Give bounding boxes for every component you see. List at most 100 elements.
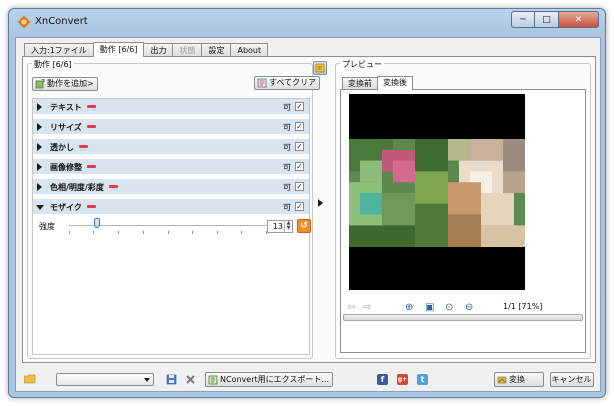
- facebook-icon[interactable]: f: [377, 374, 388, 385]
- preset-dropdown[interactable]: [56, 373, 154, 386]
- slider-tick: [93, 231, 94, 234]
- enabled-checkbox[interactable]: ✓: [295, 102, 304, 111]
- slider-tick: [69, 231, 70, 234]
- clear-all-button[interactable]: すべてクリア: [254, 76, 321, 90]
- slider-tick: [241, 231, 242, 234]
- tab-after[interactable]: 変換後: [377, 76, 413, 90]
- app-icon: [17, 15, 31, 29]
- cancel-button[interactable]: キャンセル: [550, 372, 594, 387]
- google-plus-icon[interactable]: g+: [397, 374, 408, 385]
- remove-action-icon[interactable]: [87, 165, 96, 168]
- remove-action-icon[interactable]: [79, 145, 88, 148]
- slider-tick: [168, 231, 169, 234]
- enabled-checkbox[interactable]: ✓: [295, 182, 304, 191]
- strength-spinbox[interactable]: 13 ▲ ▼: [267, 220, 293, 233]
- chevron-down-icon: [144, 378, 150, 382]
- enabled-label: 可: [283, 103, 291, 112]
- strength-slider-thumb[interactable]: [93, 218, 100, 228]
- expand-arrow-icon[interactable]: [37, 103, 42, 111]
- preview-panel: ⇦ ⇨ ⊕ ▣ ⊙ ⊖ 1/1 [71%]: [340, 89, 586, 353]
- action-row[interactable]: 色相/明度/彩度 可 ✓: [33, 179, 309, 195]
- slider-tick: [192, 231, 193, 234]
- action-label: 画像修整: [50, 163, 82, 172]
- enabled-checkbox[interactable]: ✓: [295, 162, 304, 171]
- expand-arrow-icon[interactable]: [37, 163, 42, 171]
- previous-icon[interactable]: ⇦: [347, 302, 355, 313]
- preview-tabs: 変換前 変換後: [342, 76, 413, 90]
- enabled-checkbox[interactable]: ✓: [295, 122, 304, 131]
- tab-output[interactable]: 出力: [143, 43, 174, 57]
- close-button[interactable]: ✕: [559, 11, 599, 28]
- tab-input[interactable]: 入力:1ファイル: [24, 43, 94, 57]
- spin-arrows-icon[interactable]: ▲ ▼: [284, 221, 292, 232]
- zoom-actual-icon[interactable]: ⊙: [445, 302, 453, 313]
- reset-button[interactable]: ↺: [297, 219, 311, 233]
- expand-arrow-icon[interactable]: [37, 143, 42, 151]
- enabled-checkbox[interactable]: ✓: [295, 142, 304, 151]
- actions-group-title: 動作 [6/6]: [32, 59, 74, 70]
- minimize-button[interactable]: ─: [511, 11, 535, 28]
- action-label: テキスト: [50, 103, 82, 112]
- expand-arrow-icon[interactable]: [37, 183, 42, 191]
- mosaic-image: [349, 139, 525, 247]
- zoom-out-icon[interactable]: ⊖: [465, 302, 473, 313]
- client-area: 入力:1ファイル 動作 [6/6] 出力 状態 設定 About 動作 [6/6…: [15, 37, 601, 392]
- folder-icon[interactable]: [24, 374, 36, 384]
- add-action-label: 動作を追加>: [47, 79, 94, 88]
- enabled-label: 可: [283, 143, 291, 152]
- title-bar[interactable]: XnConvert ─ □ ✕: [9, 9, 605, 35]
- remove-action-icon[interactable]: [86, 125, 96, 128]
- maximize-button[interactable]: □: [535, 11, 559, 28]
- action-row[interactable]: 透かし 可 ✓: [33, 139, 309, 155]
- remove-action-icon[interactable]: [108, 185, 118, 188]
- maximize-icon: □: [542, 14, 551, 25]
- twitter-icon[interactable]: t: [417, 374, 428, 385]
- delete-icon[interactable]: [185, 374, 196, 385]
- next-icon[interactable]: ⇨: [363, 302, 371, 313]
- main-tabs: 入力:1ファイル 動作 [6/6] 出力 状態 設定 About: [24, 42, 269, 57]
- preview-group-title: プレビュー: [340, 59, 384, 70]
- preview-toggle-button[interactable]: [313, 61, 327, 75]
- save-icon[interactable]: [166, 374, 177, 385]
- expand-arrow-icon[interactable]: [37, 123, 42, 131]
- apply-arrow-icon: [318, 199, 323, 207]
- remove-action-icon[interactable]: [86, 105, 96, 108]
- action-row[interactable]: リサイズ 可 ✓: [33, 119, 309, 135]
- action-row[interactable]: テキスト 可 ✓: [33, 99, 309, 115]
- collapse-arrow-icon[interactable]: [36, 205, 44, 210]
- add-action-icon: [35, 79, 45, 89]
- strength-label: 強度: [39, 222, 55, 231]
- enabled-label: 可: [283, 183, 291, 192]
- actions-group: 動作 [6/6] 動作を追加> すべてクリア テキスト 可 ✓ リサイズ 可 ✓…: [27, 59, 321, 359]
- action-row[interactable]: 画像修整 可 ✓: [33, 159, 309, 175]
- export-nconvert-button[interactable]: NConvert用にエクスポート...: [205, 372, 334, 387]
- preview-image: [349, 94, 525, 290]
- close-icon: ✕: [574, 14, 583, 25]
- convert-button[interactable]: 変換: [494, 372, 544, 387]
- page-zoom-info: 1/1 [71%]: [503, 302, 543, 311]
- convert-icon: [497, 376, 507, 383]
- convert-label: 変換: [509, 374, 525, 384]
- window-title: XnConvert: [35, 16, 88, 27]
- clear-all-icon: [257, 78, 267, 88]
- minimize-icon: ─: [520, 14, 526, 25]
- action-label: モザイク: [50, 203, 82, 212]
- actions-panel: 動作 [6/6] 動作を追加> すべてクリア テキスト 可 ✓ リサイズ 可 ✓…: [22, 56, 596, 363]
- add-action-button[interactable]: 動作を追加>: [32, 77, 98, 91]
- tab-actions[interactable]: 動作 [6/6]: [92, 42, 145, 57]
- action-label: リサイズ: [50, 123, 82, 132]
- tab-about[interactable]: About: [230, 43, 269, 57]
- zoom-in-icon[interactable]: ⊕: [405, 302, 413, 313]
- enabled-label: 可: [283, 163, 291, 172]
- enabled-checkbox[interactable]: ✓: [295, 202, 304, 211]
- preview-scrollbar[interactable]: [343, 314, 583, 321]
- slider-tick: [118, 231, 119, 234]
- tab-settings[interactable]: 設定: [201, 43, 232, 57]
- action-label: 色相/明度/彩度: [50, 183, 104, 192]
- cancel-label: キャンセル: [551, 374, 592, 384]
- slider-tick: [217, 231, 218, 234]
- clear-all-label: すべてクリア: [269, 78, 317, 87]
- action-row-expanded[interactable]: モザイク 可 ✓: [33, 199, 309, 215]
- fit-window-icon[interactable]: ▣: [425, 302, 434, 313]
- remove-action-icon[interactable]: [86, 205, 96, 208]
